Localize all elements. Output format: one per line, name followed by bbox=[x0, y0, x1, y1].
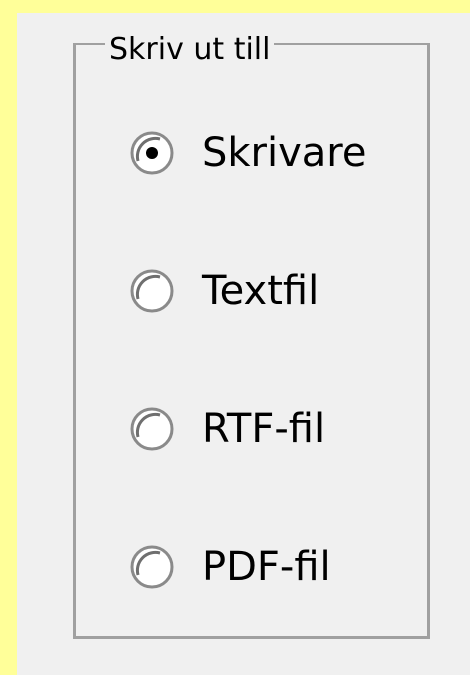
radio-label: PDF-fil bbox=[202, 544, 331, 590]
radio-label: Textfil bbox=[202, 268, 320, 314]
radio-button-icon[interactable] bbox=[129, 130, 175, 176]
groupbox-title: Skriv ut till bbox=[105, 30, 275, 70]
radio-option-pdf-fil[interactable]: PDF-fil bbox=[129, 542, 331, 592]
radio-button-icon[interactable] bbox=[129, 268, 175, 314]
radio-label: RTF-fil bbox=[202, 406, 326, 452]
radio-label: Skrivare bbox=[202, 130, 367, 176]
radio-option-rtf-fil[interactable]: RTF-fil bbox=[129, 404, 325, 454]
radio-option-textfil[interactable]: Textfil bbox=[129, 266, 319, 316]
radio-button-icon[interactable] bbox=[129, 406, 175, 452]
radio-button-icon[interactable] bbox=[129, 544, 175, 590]
radio-option-skrivare[interactable]: Skrivare bbox=[129, 128, 366, 178]
